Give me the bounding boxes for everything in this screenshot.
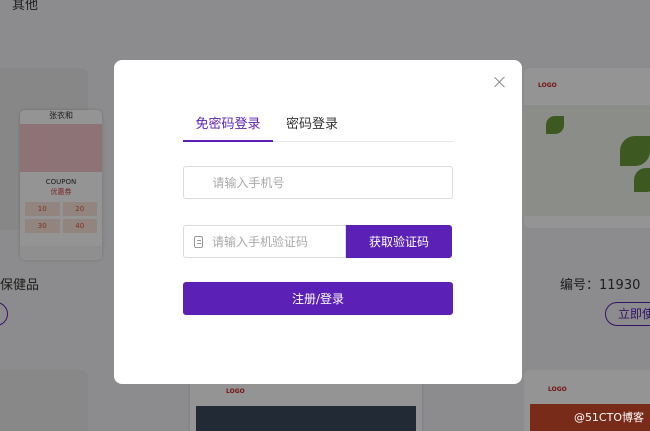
login-modal: 免密码登录 密码登录 获取验证码 注册/登录 bbox=[114, 60, 522, 384]
document-icon bbox=[194, 235, 204, 248]
get-code-button[interactable]: 获取验证码 bbox=[346, 225, 452, 258]
login-tabs: 免密码登录 密码登录 bbox=[183, 114, 453, 142]
watermark: @51CTO博客 bbox=[573, 411, 644, 424]
tab-password-login[interactable]: 密码登录 bbox=[273, 114, 351, 142]
phone-input[interactable] bbox=[212, 175, 452, 190]
phone-field[interactable] bbox=[183, 166, 453, 299]
register-login-button[interactable]: 注册/登录 bbox=[183, 282, 453, 315]
tab-passwordless-login[interactable]: 免密码登录 bbox=[183, 114, 273, 142]
close-icon[interactable] bbox=[492, 74, 508, 90]
code-field[interactable] bbox=[183, 225, 346, 258]
verification-code-input[interactable] bbox=[212, 234, 345, 249]
